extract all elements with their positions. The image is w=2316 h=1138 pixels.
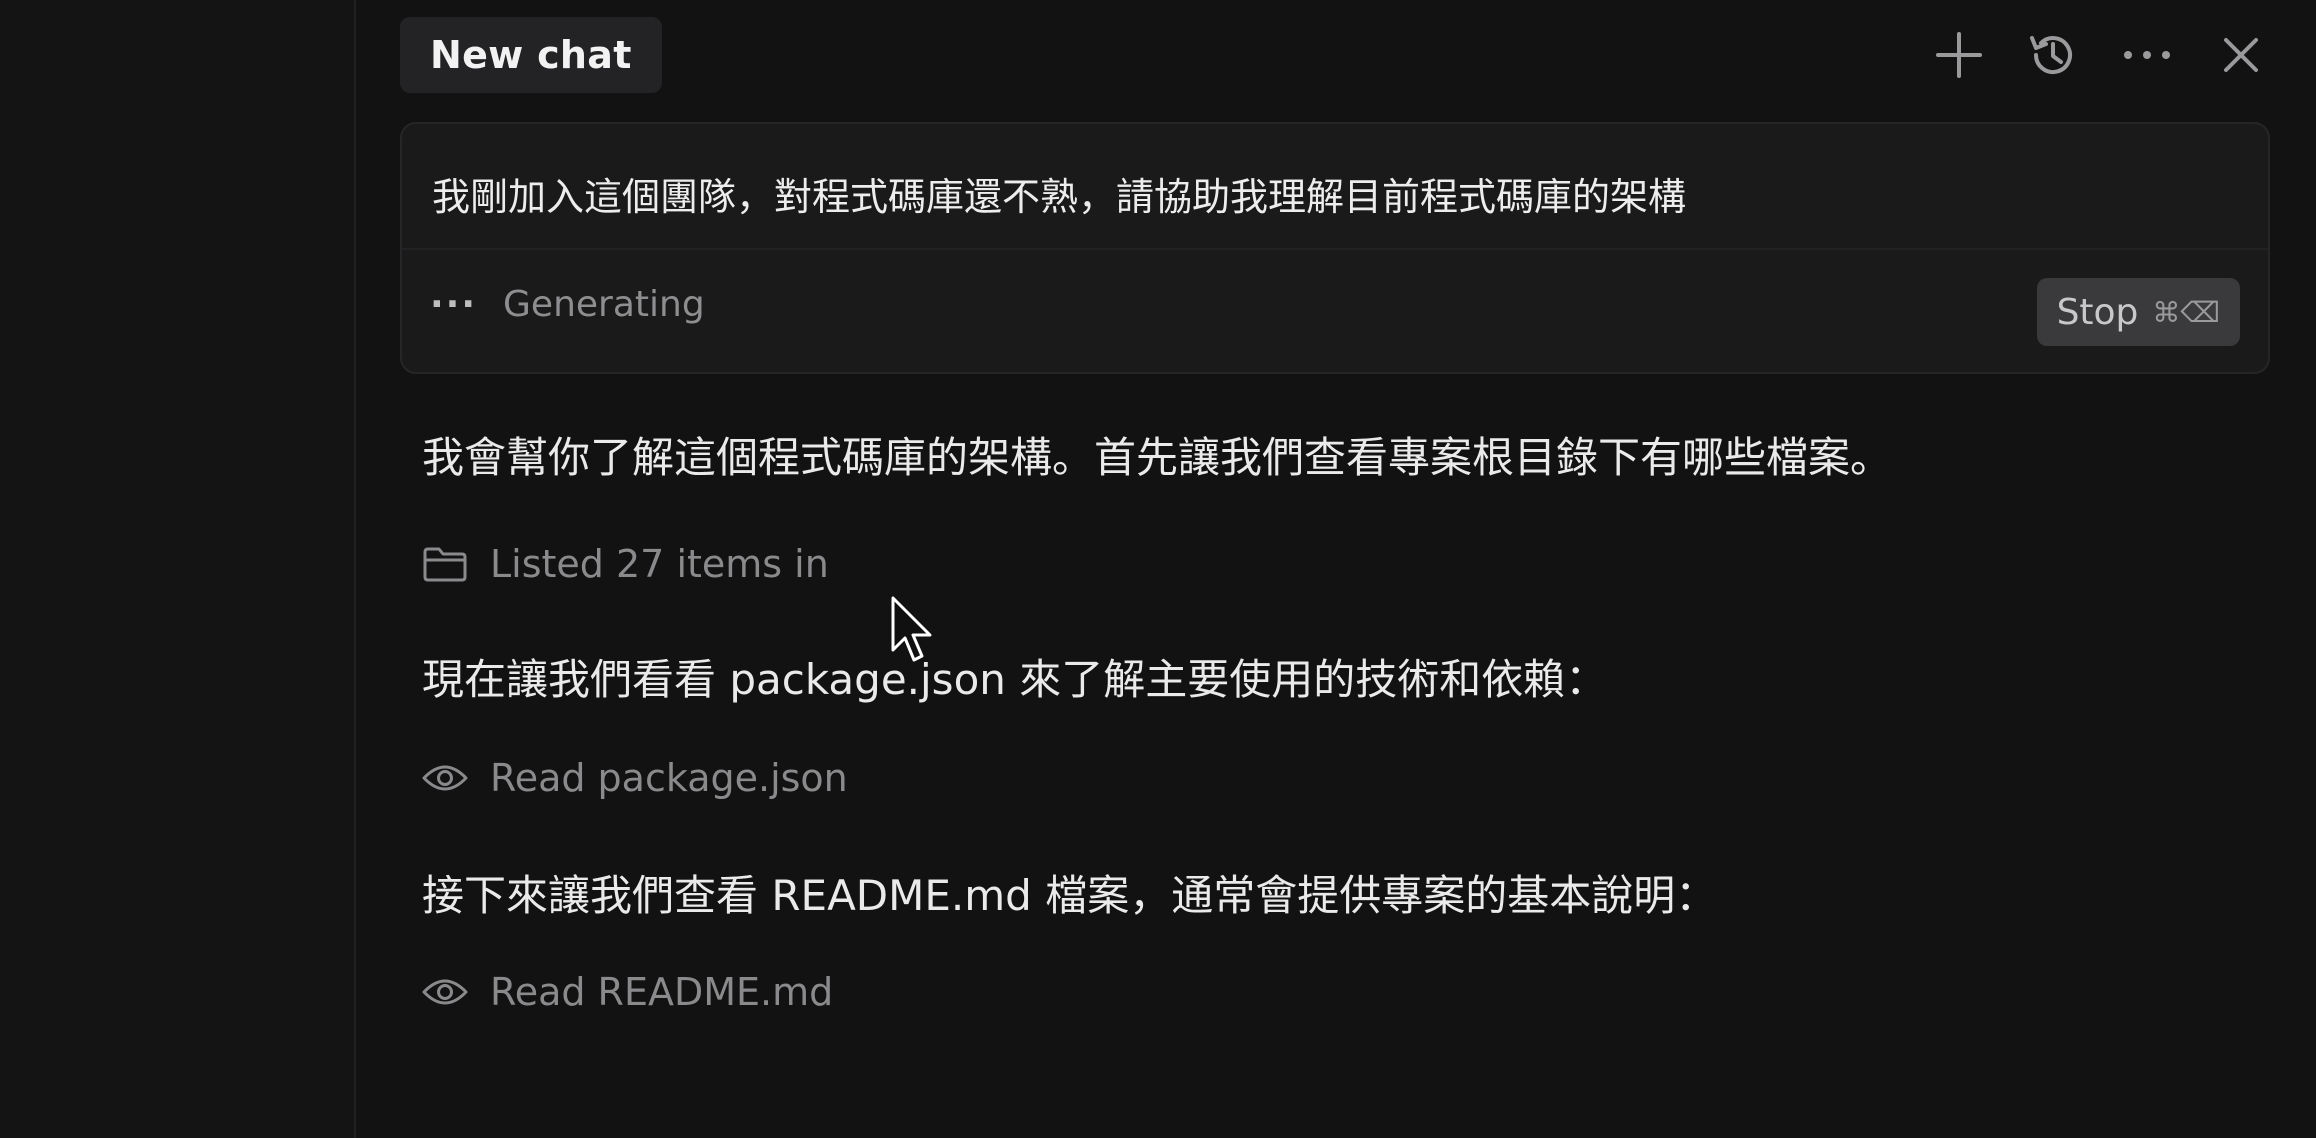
tool-call-label: Listed 27 items in [490,542,829,586]
app-window: New chat 我剛加入這個團隊，對程式碼庫還不熟，請協助我理解目前程式碼庫的… [0,0,2316,1138]
user-prompt-text: 我剛加入這個團隊，對程式碼庫還不熟，請協助我理解目前程式碼庫的架構 [432,175,1687,219]
history-icon[interactable] [2006,20,2100,90]
assistant-message: 我會幫你了解這個程式碼庫的架構。首先讓我們查看專案根目錄下有哪些檔案。 [422,433,1893,482]
plus-icon[interactable] [1912,20,2006,90]
tool-call-label: Read package.json [490,756,848,800]
tool-call-read-file[interactable]: Read README.md [422,970,833,1014]
generating-status: ··· Generating [430,284,705,325]
tool-call-read-file[interactable]: Read package.json [422,756,848,800]
loading-dots-icon: ··· [430,284,478,325]
divider [402,248,2268,250]
eye-icon [422,758,468,798]
tool-call-label: Read README.md [490,970,834,1014]
close-icon[interactable] [2194,20,2288,90]
left-sidebar [0,0,356,1138]
stop-shortcut: ⌘⌫ [2152,295,2220,329]
prompt-box: 我剛加入這個團隊，對程式碼庫還不熟，請協助我理解目前程式碼庫的架構 ··· Ge… [400,122,2270,374]
more-icon[interactable] [2100,20,2194,90]
eye-icon [422,972,468,1012]
assistant-message: 現在讓我們看看 package.json 來了解主要使用的技術和依賴： [422,655,1608,704]
folder-icon [422,544,468,584]
stop-button[interactable]: Stop ⌘⌫ [2036,278,2240,346]
stop-label: Stop [2056,291,2139,333]
generating-label: Generating [503,284,705,325]
tool-call-list-dir[interactable]: Listed 27 items in [422,542,829,586]
tab-new-chat[interactable]: New chat [400,17,662,93]
header-toolbar [1912,20,2288,90]
assistant-message: 接下來讓我們查看 README.md 檔案，通常會提供專案的基本說明： [422,871,1718,920]
chat-panel: New chat 我剛加入這個團隊，對程式碼庫還不熟，請協助我理解目前程式碼庫的… [356,0,2316,1138]
